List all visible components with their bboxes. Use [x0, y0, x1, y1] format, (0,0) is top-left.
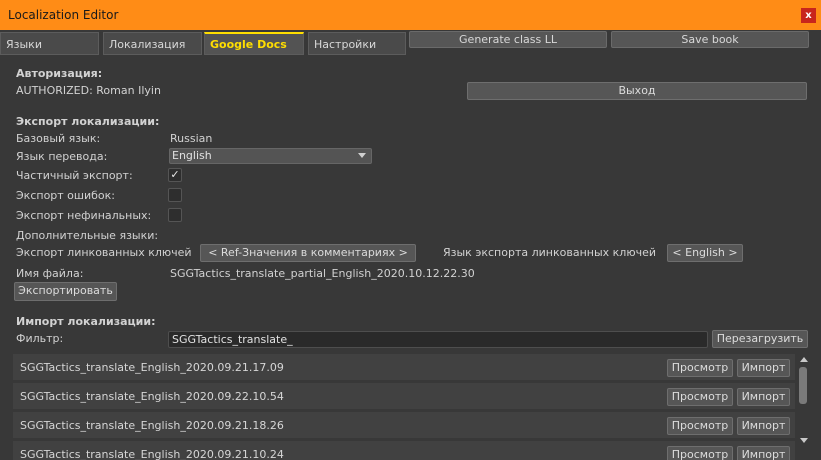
export-button[interactable]: Экспортировать [14, 282, 117, 301]
import-button[interactable]: Импорт [737, 388, 790, 406]
import-file-list: SGGTactics_translate_English_2020.09.21.… [13, 352, 813, 460]
file-name: SGGTactics_translate_English_2020.09.21.… [20, 419, 284, 432]
base-language-label: Базовый язык: [16, 132, 101, 145]
view-button[interactable]: Просмотр [667, 417, 733, 435]
export-errors-checkbox[interactable] [168, 188, 182, 202]
list-item: SGGTactics_translate_English_2020.09.21.… [13, 354, 795, 380]
file-name: SGGTactics_translate_English_2020.09.21.… [20, 361, 284, 374]
target-language-dropdown[interactable]: English [169, 148, 372, 164]
reload-button[interactable]: Перезагрузить [712, 330, 808, 348]
view-button[interactable]: Просмотр [667, 359, 733, 377]
import-button[interactable]: Импорт [737, 446, 790, 460]
export-heading: Экспорт локализации: [16, 115, 160, 128]
tab-languages[interactable]: Языки [0, 32, 99, 55]
chevron-down-icon [358, 153, 366, 158]
scroll-down-icon[interactable] [800, 438, 808, 443]
filename-value: SGGTactics_translate_partial_English_202… [170, 267, 475, 280]
title-bar: Localization Editor x [0, 0, 821, 30]
list-scrollbar[interactable] [797, 352, 811, 446]
export-nonfinal-label: Экспорт нефинальных: [16, 209, 152, 222]
partial-export-label: Частичный экспорт: [16, 169, 133, 182]
partial-export-checkbox[interactable]: ✓ [168, 168, 182, 182]
auth-status: AUTHORIZED: Roman Ilyin [16, 84, 161, 97]
linked-keys-label: Экспорт линкованных ключей [16, 246, 192, 259]
export-errors-label: Экспорт ошибок: [16, 189, 115, 202]
extra-languages-label: Дополнительные языки: [16, 229, 159, 242]
close-icon[interactable]: x [801, 8, 816, 23]
tab-localization[interactable]: Локализация [103, 32, 202, 55]
generate-class-button[interactable]: Generate class LL [409, 31, 607, 48]
view-button[interactable]: Просмотр [667, 388, 733, 406]
save-book-button[interactable]: Save book [611, 31, 809, 48]
linked-language-selector[interactable]: < English > [667, 244, 743, 262]
target-language-value: English [172, 149, 212, 162]
list-item: SGGTactics_translate_English_2020.09.22.… [13, 383, 795, 409]
scroll-thumb[interactable] [799, 367, 807, 404]
list-item: SGGTactics_translate_English_2020.09.21.… [13, 441, 795, 460]
list-item: SGGTactics_translate_English_2020.09.21.… [13, 412, 795, 438]
import-button[interactable]: Импорт [737, 417, 790, 435]
tab-bar: Языки Локализация Google Docs Настройки … [0, 30, 821, 56]
filter-input[interactable]: SGGTactics_translate_ [168, 331, 708, 348]
scroll-up-icon[interactable] [800, 357, 808, 362]
tab-settings[interactable]: Настройки [308, 32, 406, 55]
import-heading: Импорт локализации: [16, 315, 156, 328]
view-button[interactable]: Просмотр [667, 446, 733, 460]
export-nonfinal-checkbox[interactable] [168, 208, 182, 222]
import-button[interactable]: Импорт [737, 359, 790, 377]
file-name: SGGTactics_translate_English_2020.09.22.… [20, 390, 284, 403]
window-title: Localization Editor [8, 8, 119, 22]
base-language-value: Russian [170, 132, 213, 145]
linked-keys-selector[interactable]: < Ref-Значения в комментариях > [200, 244, 416, 262]
linked-language-label: Язык экспорта линкованных ключей [443, 246, 656, 259]
auth-heading: Авторизация: [16, 67, 103, 80]
tab-google-docs[interactable]: Google Docs [204, 32, 304, 55]
file-name: SGGTactics_translate_English_2020.09.21.… [20, 448, 284, 460]
logout-button[interactable]: Выход [467, 82, 807, 100]
filter-label: Фильтр: [16, 332, 64, 345]
target-language-label: Язык перевода: [16, 150, 108, 163]
filename-label: Имя файла: [16, 267, 84, 280]
